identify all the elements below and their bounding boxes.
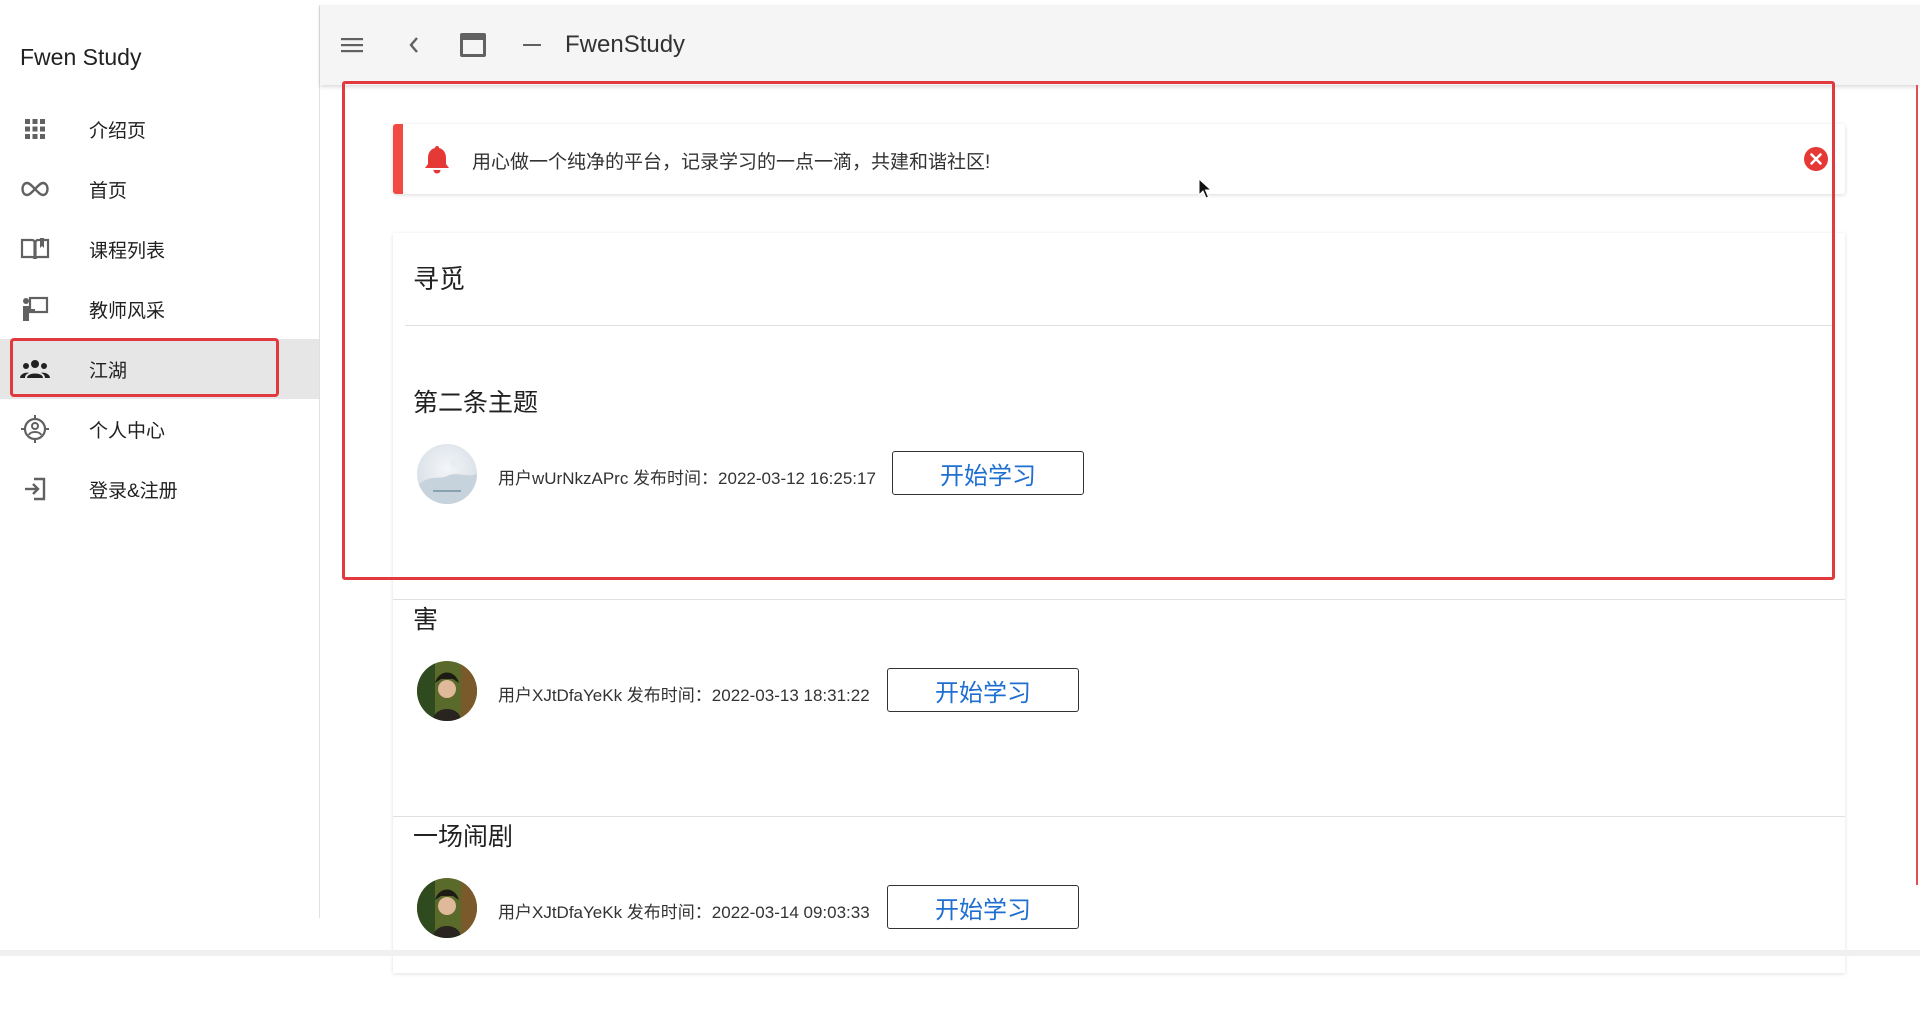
brand-title: Fwen Study — [20, 44, 142, 70]
menu-icon[interactable] — [334, 27, 370, 63]
notice-text: 用心做一个纯净的平台，记录学习的一点一滴，共建和谐社区! — [472, 152, 991, 173]
close-circle-icon[interactable] — [1803, 146, 1829, 172]
sidebar-item-label: 介绍页 — [89, 120, 147, 142]
list-item: 一场闹剧 用户XJtDfaYeKk 发布时间：2022-03-14 09:03:… — [393, 817, 1845, 1034]
sidebar-item-label: 课程列表 — [89, 240, 166, 262]
sidebar-item-courses[interactable]: 课程列表 — [0, 219, 319, 279]
notice-banner: 用心做一个纯净的平台，记录学习的一点一滴，共建和谐社区! — [393, 124, 1845, 194]
sidebar-item-label: 个人中心 — [89, 420, 166, 442]
sidebar: Fwen Study 介绍页 首页 课程列表 教师风采 江湖 个人中心 登录&注… — [0, 5, 320, 918]
post-title: 第二条主题 — [413, 389, 539, 417]
start-learning-button[interactable]: 开始学习 — [892, 451, 1084, 495]
apps-grid-icon — [18, 112, 52, 146]
avatar[interactable] — [417, 444, 477, 504]
chevron-left-icon[interactable] — [396, 27, 432, 63]
page-title: FwenStudy — [565, 31, 686, 58]
bottom-edge — [0, 950, 1920, 956]
infinity-icon — [18, 172, 52, 206]
sidebar-item-intro[interactable]: 介绍页 — [0, 99, 319, 159]
avatar[interactable] — [417, 661, 477, 721]
mouse-cursor-icon — [1198, 177, 1214, 200]
sidebar-item-login[interactable]: 登录&注册 — [0, 459, 319, 519]
avatar[interactable] — [417, 878, 477, 938]
top-app-bar: FwenStudy — [320, 5, 1920, 85]
sidebar-item-label: 登录&注册 — [89, 480, 178, 502]
list-item: 害 用户XJtDfaYeKk 发布时间：2022-03-13 18:31:22 … — [393, 600, 1845, 817]
divider — [405, 325, 1833, 326]
post-title: 害 — [413, 606, 439, 634]
window-icon[interactable] — [455, 27, 491, 63]
app-window: Fwen Study 介绍页 首页 课程列表 教师风采 江湖 个人中心 登录&注… — [0, 0, 1920, 973]
post-title: 一场闹剧 — [413, 823, 514, 851]
window-edge — [1916, 85, 1918, 885]
login-icon — [18, 472, 52, 506]
sidebar-item-label: 教师风采 — [89, 300, 166, 322]
start-learning-button[interactable]: 开始学习 — [887, 668, 1079, 712]
post-meta: 用户XJtDfaYeKk 发布时间：2022-03-13 18:31:22 — [498, 686, 870, 705]
teacher-icon — [18, 292, 52, 326]
sidebar-item-profile[interactable]: 个人中心 — [0, 399, 319, 459]
topics-card: 寻觅 第二条主题 用户wUrNkzAPrc 发布时间：2022-03-12 16… — [393, 233, 1845, 973]
bell-icon — [423, 144, 451, 174]
sidebar-item-teachers[interactable]: 教师风采 — [0, 279, 319, 339]
post-meta: 用户XJtDfaYeKk 发布时间：2022-03-14 09:03:33 — [498, 903, 870, 922]
post-meta: 用户wUrNkzAPrc 发布时间：2022-03-12 16:25:17 — [498, 469, 876, 488]
sidebar-item-label: 首页 — [89, 180, 128, 202]
minimize-icon[interactable] — [514, 27, 550, 63]
book-open-icon — [18, 232, 52, 266]
annotation-highlight-box — [10, 338, 279, 397]
account-circle-icon — [18, 412, 52, 446]
start-learning-button[interactable]: 开始学习 — [887, 885, 1079, 929]
sidebar-item-home[interactable]: 首页 — [0, 159, 319, 219]
card-title: 寻觅 — [413, 264, 466, 294]
list-item: 第二条主题 用户wUrNkzAPrc 发布时间：2022-03-12 16:25 — [393, 383, 1845, 600]
